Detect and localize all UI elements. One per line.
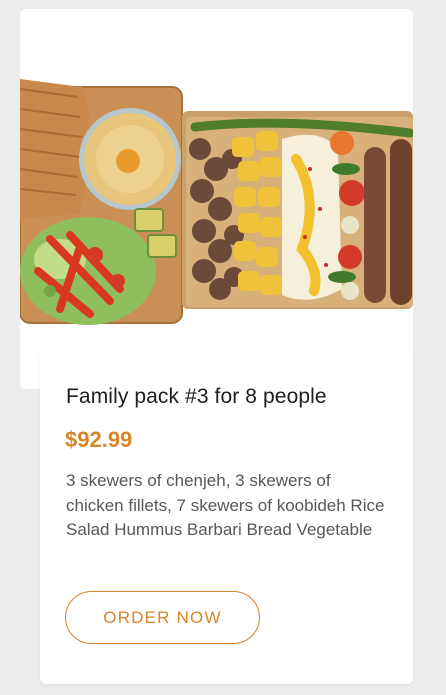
product-image-card [20,9,413,389]
product-image [20,79,413,325]
product-price: $92.99 [65,427,133,452]
product-description: 3 skewers of chenjeh, 3 skewers of chick… [66,471,385,539]
product-title: Family pack #3 for 8 people [66,385,327,408]
product-info-card: Family pack #3 for 8 people $92.99 3 ske… [40,351,413,684]
order-now-button[interactable]: ORDER NOW [65,591,260,644]
